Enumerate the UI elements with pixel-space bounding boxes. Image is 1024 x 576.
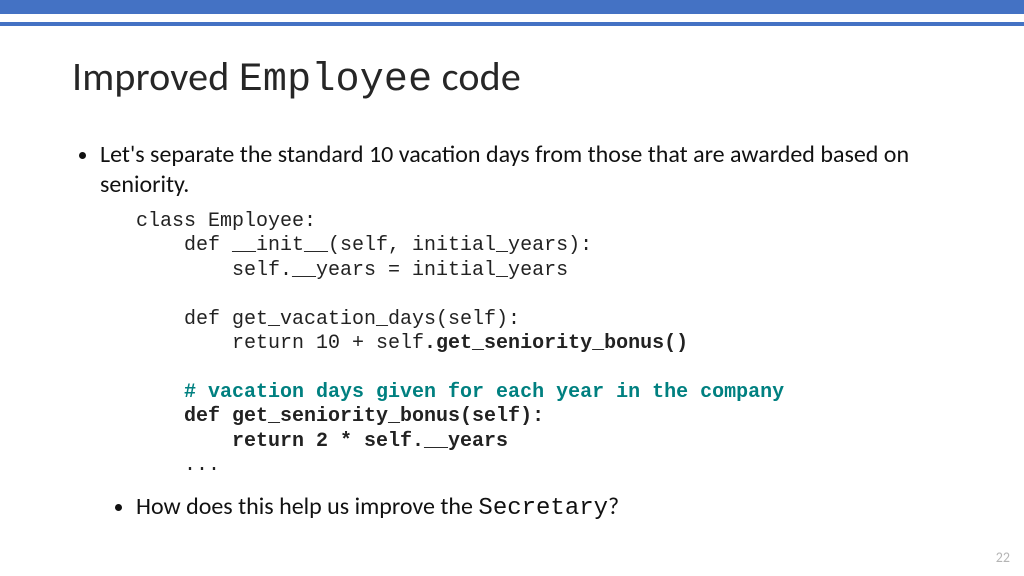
code-l6b: .get_seniority_bonus()	[424, 332, 688, 355]
bullet-1-text: Let's separate the standard 10 vacation …	[100, 140, 909, 199]
bullet-2-post: ?	[608, 492, 619, 521]
code-l9: def get_seniority_bonus(self):	[136, 405, 544, 428]
bullet-1: Let's separate the standard 10 vacation …	[100, 140, 952, 524]
slide-title: Improved Employee code	[72, 52, 521, 103]
slide-body: Let's separate the standard 10 vacation …	[72, 140, 952, 532]
bullet-2-pre: How does this help us improve the	[136, 492, 478, 521]
code-l8: # vacation days given for each year in t…	[136, 381, 784, 404]
title-post: code	[432, 52, 521, 101]
code-block: class Employee: def __init__(self, initi…	[136, 210, 952, 478]
bullet-2-mono: Secretary	[478, 495, 608, 522]
top-bar-thick	[0, 0, 1024, 14]
bullet-list: Let's separate the standard 10 vacation …	[72, 140, 952, 524]
top-bar-thin	[0, 22, 1024, 26]
code-l5: def get_vacation_days(self):	[136, 308, 520, 331]
code-l2: def __init__(self, initial_years):	[136, 234, 592, 257]
page-number: 22	[996, 549, 1010, 566]
title-pre: Improved	[72, 52, 239, 101]
slide: Improved Employee code Let's separate th…	[0, 0, 1024, 576]
code-l10: return 2 * self.__years	[136, 430, 508, 453]
code-l6a: return 10 + self	[136, 332, 424, 355]
code-l3: self.__years = initial_years	[136, 259, 568, 282]
title-mono: Employee	[239, 58, 433, 103]
code-l11: ...	[136, 454, 220, 477]
code-l1: class Employee:	[136, 210, 316, 233]
bullet-2: How does this help us improve the Secret…	[136, 492, 952, 524]
inner-bullet-list: How does this help us improve the Secret…	[100, 492, 952, 524]
